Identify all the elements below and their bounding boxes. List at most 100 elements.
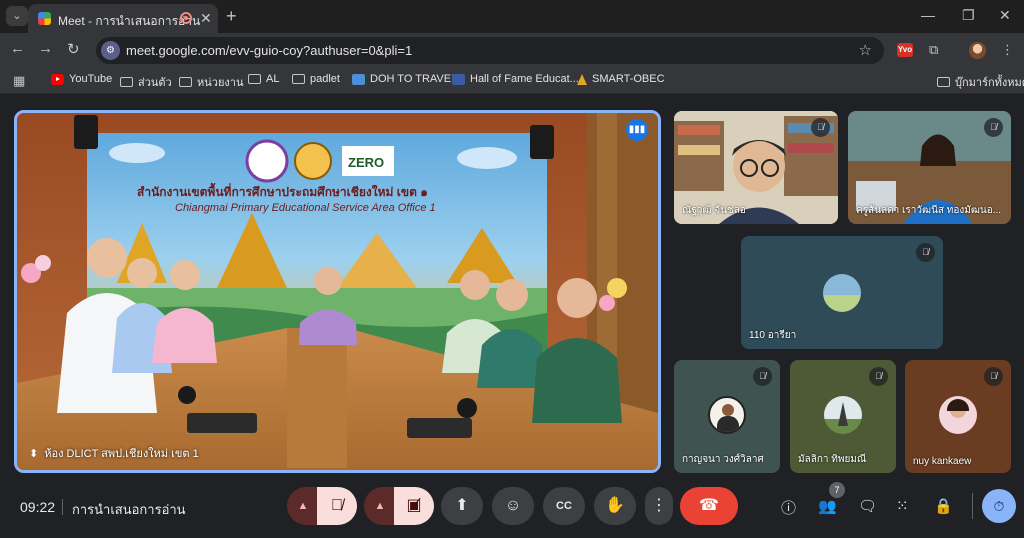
bookmark-label: SMART-OBEC xyxy=(592,73,665,85)
divider xyxy=(972,493,973,519)
mic-toggle-button[interactable]: 🎙̸ xyxy=(317,487,357,525)
bookmark-padlet[interactable]: padlet xyxy=(292,73,340,85)
bookmark-hof[interactable]: Hall of Fame Educat... xyxy=(452,73,579,85)
participant-tile[interactable]: 🎙̸ มัลลิกา ทิพยมณี xyxy=(790,360,896,473)
presenter-name: ห้อง DLICT สพป.เชียงใหม่ เขต 1 xyxy=(44,448,199,460)
folder-icon xyxy=(937,77,950,87)
participant-tile[interactable]: 🎙̸ 110 อารียา xyxy=(741,236,943,349)
meeting-clock: 09:22 xyxy=(20,499,56,515)
main-video-tile[interactable]: ZERO สำนักงานเขตพื้นที่การศึกษาประถมศึกษ… xyxy=(14,110,661,473)
participant-tile[interactable]: 🎙̸ nuy kankaew xyxy=(905,360,1011,473)
mic-muted-icon: 🎙̸ xyxy=(984,118,1003,137)
participant-count-badge: 7 xyxy=(829,482,845,498)
timer-clock-icon[interactable]: ⏱ xyxy=(982,489,1016,523)
bookmark-doh[interactable]: DOH TO TRAVEL xyxy=(352,73,457,85)
extension-icon[interactable]: Yvo xyxy=(897,43,913,57)
apps-grid-icon[interactable]: ▦ xyxy=(13,73,25,89)
back-icon[interactable]: ← xyxy=(10,40,25,57)
meet-control-bar: 09:22 การนำเสนอการอ่าน ▲ 🎙̸ ▲ ▣̸ ⬆ ☺ CC … xyxy=(0,475,1024,538)
host-controls-lock-icon[interactable]: 🔒 xyxy=(934,497,953,515)
bookmark-label: ส่วนตัว xyxy=(138,77,172,89)
bookmark-al[interactable]: AL xyxy=(248,73,279,85)
participant-name: ณัฐวุฒิ จันชลอ xyxy=(682,205,746,216)
participant-name: กาญจนา วงศ์วิลาศ xyxy=(682,454,764,465)
bookmark-label: บุ๊กมาร์กทั้งหมด xyxy=(955,77,1024,89)
bookmark-personal[interactable]: ส่วนตัว xyxy=(120,73,172,91)
url-text[interactable]: meet.google.com/evv-guio-coy?authuser=0&… xyxy=(126,43,412,58)
participant-name: nuy kankaew xyxy=(913,456,972,467)
mic-muted-icon: 🎙̸ xyxy=(984,367,1003,386)
tab-title: Meet - การนำเสนอการอ่าน xyxy=(58,14,201,28)
folder-icon xyxy=(179,77,192,87)
avatar xyxy=(708,396,746,434)
minimize-icon[interactable]: — xyxy=(921,7,935,23)
meeting-title: การนำเสนอการอ่าน xyxy=(72,502,186,517)
obec-icon xyxy=(577,73,587,85)
meet-stage: ZERO สำนักงานเขตพื้นที่การศึกษาประถมศึกษ… xyxy=(0,95,1024,475)
end-call-button[interactable]: ☎ xyxy=(680,487,738,525)
activities-grid-icon[interactable]: ⁙ xyxy=(896,497,909,515)
audio-options-chevron-icon[interactable]: ▲ xyxy=(287,487,319,525)
new-tab-button[interactable]: + xyxy=(226,6,237,27)
bookmark-label: Hall of Fame Educat... xyxy=(470,73,579,85)
people-icon[interactable]: 👥 xyxy=(818,497,837,515)
bookmark-obec[interactable]: SMART-OBEC xyxy=(577,73,665,85)
more-options-button[interactable]: ⋮ xyxy=(645,487,673,525)
mic-muted-icon: 🎙̸ xyxy=(811,118,830,137)
doh-icon xyxy=(352,73,365,85)
bookmark-label: padlet xyxy=(310,73,340,85)
divider xyxy=(62,499,63,515)
tab-strip: ⌄ Meet - การนำเสนอการอ่าน ✕ + — ❐ ✕ xyxy=(0,0,1024,33)
tab-meet[interactable]: Meet - การนำเสนอการอ่าน ✕ xyxy=(28,4,218,33)
video-options-chevron-icon[interactable]: ▲ xyxy=(364,487,396,525)
avatar xyxy=(823,274,861,312)
forward-icon[interactable]: → xyxy=(38,40,53,57)
camera-toggle-button[interactable]: ▣̸ xyxy=(394,487,434,525)
restore-icon[interactable]: ❐ xyxy=(962,7,975,24)
participant-tile[interactable]: 🎙̸ กาญจนา วงศ์วิลาศ xyxy=(674,360,780,473)
bookmark-all[interactable]: บุ๊กมาร์กทั้งหมด xyxy=(937,73,1024,91)
bookmark-agency[interactable]: หน่วยงาน xyxy=(179,73,243,91)
bookmark-youtube[interactable]: YouTube xyxy=(51,73,112,85)
bookmark-label: YouTube xyxy=(69,73,113,85)
window-close-icon[interactable]: ✕ xyxy=(999,7,1011,24)
recording-icon xyxy=(180,12,192,24)
bookmark-label: หน่วยงาน xyxy=(197,77,244,89)
tab-close-icon[interactable]: ✕ xyxy=(200,10,212,27)
mic-muted-icon: 🎙̸ xyxy=(916,243,935,262)
banner-title-text: สำนักงานเขตพื้นที่การศึกษาประถมศึกษาเชีย… xyxy=(137,185,428,199)
folder-icon xyxy=(248,74,261,84)
avatar xyxy=(939,396,977,434)
raise-hand-button[interactable]: ✋ xyxy=(594,487,636,525)
profile-avatar[interactable] xyxy=(969,42,986,59)
main-video-caption: ⬍ ห้อง DLICT สพป.เชียงใหม่ เขต 1 xyxy=(29,444,199,462)
participant-name: มัลลิกา ทิพยมณี xyxy=(798,454,867,465)
participant-tile[interactable]: 🎙̸ ครูสันลดา เราวัฒนีส ทองมัฒนอ... xyxy=(848,111,1011,224)
address-bar[interactable]: ⚙ meet.google.com/evv-guio-coy?authuser=… xyxy=(96,37,884,64)
present-screen-button[interactable]: ⬆ xyxy=(441,487,483,525)
extensions-puzzle-icon[interactable]: ⧉ xyxy=(929,42,938,58)
bookmarks-bar: ▦ YouTube ส่วนตัว หน่วยงาน AL padlet DOH… xyxy=(0,67,1024,94)
hof-icon xyxy=(452,73,465,85)
conference-room-scene: ZERO xyxy=(17,113,658,470)
zero-logo-text: ZERO xyxy=(348,155,384,170)
folder-icon xyxy=(292,74,305,84)
mic-muted-icon: 🎙̸ xyxy=(753,367,772,386)
emoji-reaction-button[interactable]: ☺ xyxy=(492,487,534,525)
banner-subtitle-text: Chiangmai Primary Educational Service Ar… xyxy=(175,202,436,214)
chat-icon[interactable]: 🗨 xyxy=(858,497,877,515)
browser-toolbar: ← → ↻ ⚙ meet.google.com/evv-guio-coy?aut… xyxy=(0,33,1024,67)
captions-button[interactable]: CC xyxy=(543,487,585,525)
site-info-icon[interactable]: ⚙ xyxy=(101,41,120,60)
youtube-icon xyxy=(51,73,64,85)
reload-icon[interactable]: ↻ xyxy=(67,40,80,58)
tab-search-icon[interactable]: ⌄ xyxy=(6,6,28,26)
menu-kebab-icon[interactable]: ⋮ xyxy=(1001,42,1014,58)
meet-favicon-icon xyxy=(38,12,51,25)
pin-icon[interactable]: ⬍ xyxy=(29,447,38,460)
participant-name: 110 อารียา xyxy=(749,330,797,341)
participant-tile[interactable]: 🎙̸ ณัฐวุฒิ จันชลอ xyxy=(674,111,838,224)
meeting-info-icon[interactable]: ⓘ xyxy=(781,497,796,518)
bookmark-star-icon[interactable]: ☆ xyxy=(859,41,872,59)
folder-icon xyxy=(120,77,133,87)
